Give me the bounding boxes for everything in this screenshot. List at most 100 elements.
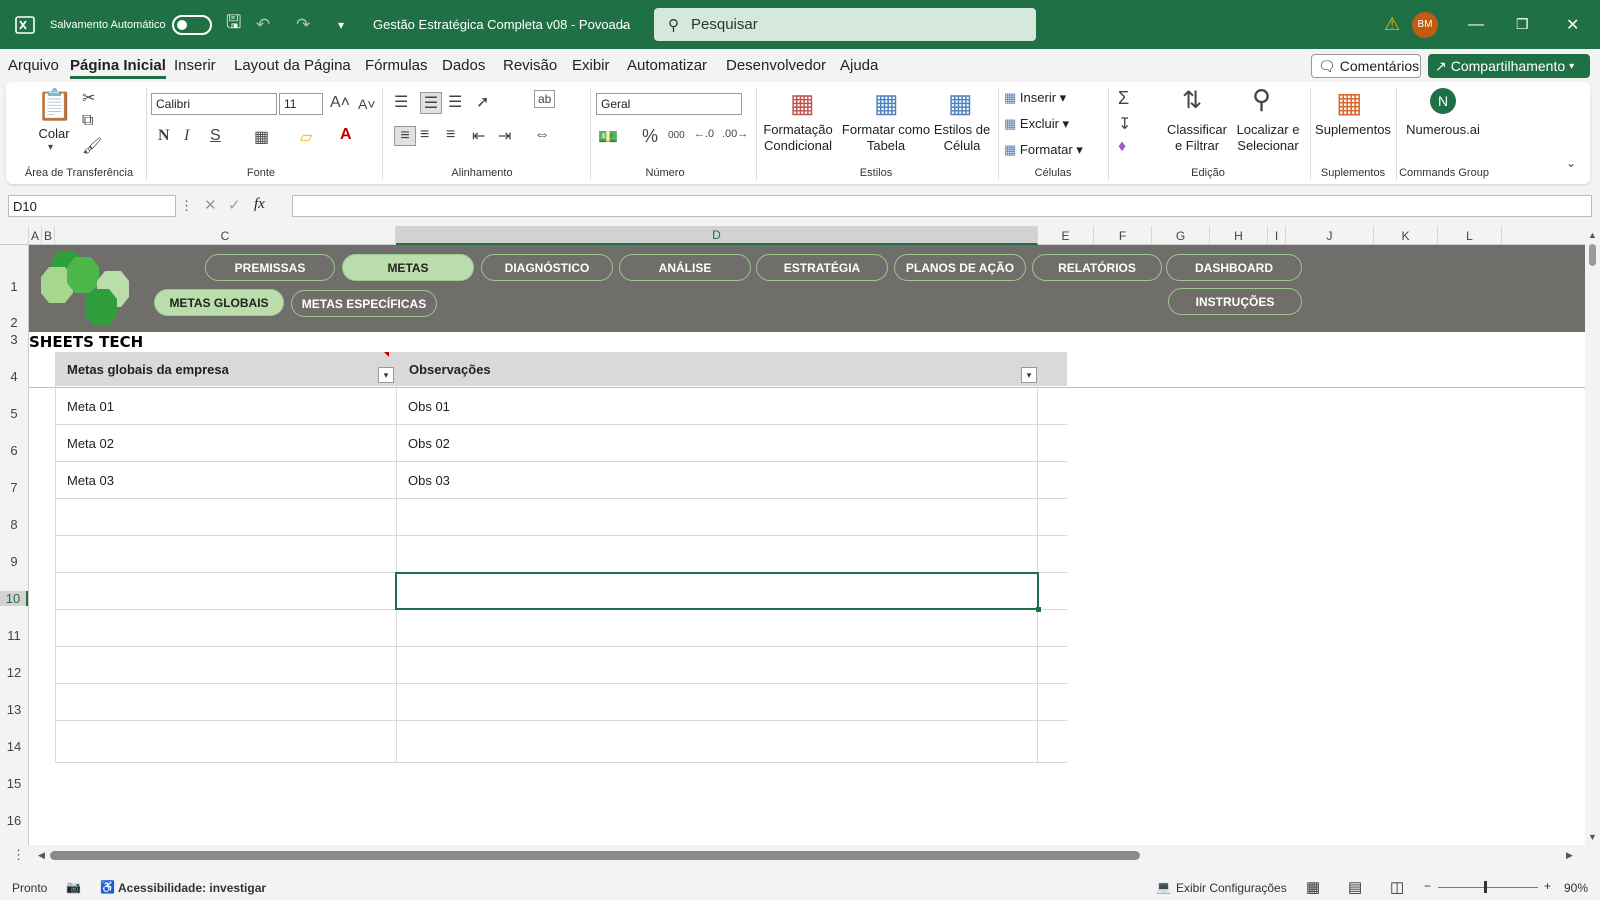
zoom-slider-thumb[interactable]	[1484, 881, 1487, 893]
increase-decimal-icon[interactable]: ←.0	[694, 128, 714, 140]
merge-center-icon[interactable]: ⇔	[534, 126, 550, 144]
row-header[interactable]: 7	[0, 480, 28, 495]
menu-automatizar[interactable]: Automatizar	[627, 57, 707, 74]
column-header[interactable]: H	[1210, 226, 1268, 245]
search-box[interactable]: ⚲ Pesquisar	[654, 8, 1036, 41]
sort-filter-icon[interactable]: ⇅	[1182, 86, 1202, 115]
subtab-metas-especificas[interactable]: METAS ESPECÍFICAS	[291, 290, 437, 317]
bold-button[interactable]: N	[158, 127, 170, 145]
format-cells-button[interactable]: ▦ Formatar ▾	[1004, 142, 1094, 158]
cell-styles-button[interactable]: Estilos de Célula	[932, 122, 992, 154]
cut-icon[interactable]: ✂	[82, 88, 95, 108]
number-format-select[interactable]: Geral	[596, 93, 742, 115]
worksheet-grid[interactable]: PREMISSAS METAS DIAGNÓSTICO ANÁLISE ESTR…	[29, 245, 1585, 845]
row-header[interactable]: 13	[0, 702, 28, 717]
enter-icon[interactable]: ✓	[228, 196, 241, 214]
grow-font-icon[interactable]: A˄	[330, 94, 350, 112]
scroll-up-icon[interactable]: ▲	[1588, 230, 1597, 240]
select-all-corner[interactable]	[0, 226, 29, 245]
align-middle-icon[interactable]: ☰	[420, 92, 442, 114]
zoom-out-icon[interactable]: −	[1424, 879, 1431, 893]
tab-estrategia[interactable]: ESTRATÉGIA	[756, 254, 888, 281]
column-header[interactable]: J	[1286, 226, 1374, 245]
conditional-format-button[interactable]: Formatação Condicional	[758, 122, 838, 154]
cell-styles-icon[interactable]: ▦	[948, 88, 973, 119]
avatar[interactable]: BM	[1412, 11, 1438, 38]
page-break-icon[interactable]: ◫	[1390, 878, 1404, 896]
paste-icon[interactable]: 📋	[36, 88, 73, 123]
fill-icon[interactable]: ↧	[1118, 114, 1131, 134]
autosum-icon[interactable]: Σ	[1118, 88, 1129, 109]
column-header[interactable]: G	[1152, 226, 1210, 245]
document-title[interactable]: Gestão Estratégica Completa v08 - Povoad…	[373, 0, 630, 49]
sort-filter-button[interactable]: Classificar e Filtrar	[1162, 122, 1232, 154]
horizontal-scrollbar[interactable]: ⋮ ◀ ▶	[0, 845, 1600, 865]
tab-planos-de-acao[interactable]: PLANOS DE AÇÃO	[894, 254, 1026, 281]
currency-icon[interactable]: 💵	[598, 127, 618, 147]
menu-ajuda[interactable]: Ajuda	[840, 57, 878, 74]
numerous-button[interactable]: Numerous.ai	[1398, 122, 1488, 138]
close-icon[interactable]: ✕	[1566, 0, 1579, 49]
format-painter-icon[interactable]: 🖌	[82, 136, 102, 156]
normal-view-icon[interactable]: ▦	[1306, 878, 1320, 896]
italic-button[interactable]: I	[184, 127, 189, 145]
minimize-icon[interactable]: —	[1468, 0, 1484, 49]
orientation-icon[interactable]: ➚	[476, 92, 489, 112]
align-left-icon[interactable]: ≡	[394, 126, 416, 146]
addins-button[interactable]: Suplementos	[1312, 122, 1394, 138]
redo-icon[interactable]: ↷	[296, 0, 310, 49]
fill-handle[interactable]	[1036, 607, 1041, 612]
align-top-icon[interactable]: ☰	[394, 92, 408, 112]
row-header[interactable]: 12	[0, 665, 28, 680]
insert-cells-button[interactable]: ▦ Inserir ▾	[1004, 90, 1094, 106]
menu-inserir[interactable]: Inserir	[174, 57, 216, 74]
row-header[interactable]: 11	[0, 628, 28, 643]
zoom-level[interactable]: 90%	[1564, 881, 1588, 895]
save-icon[interactable]: 🖫	[226, 0, 241, 49]
cancel-icon[interactable]: ✕	[204, 196, 217, 214]
column-header[interactable]: E	[1038, 226, 1094, 245]
align-right-icon[interactable]: ≡	[446, 126, 455, 144]
align-center-icon[interactable]: ≡	[420, 126, 429, 144]
clear-icon[interactable]: ♦	[1118, 138, 1126, 156]
undo-icon[interactable]: ↶	[256, 0, 270, 49]
font-size-select[interactable]: 11	[279, 93, 323, 115]
percent-icon[interactable]: %	[642, 126, 658, 147]
font-name-select[interactable]: Calibri	[151, 93, 277, 115]
find-select-icon[interactable]: ⚲	[1252, 84, 1271, 115]
tab-premissas[interactable]: PREMISSAS	[205, 254, 335, 281]
row-header[interactable]: 6	[0, 443, 28, 458]
menu-revisao[interactable]: Revisão	[503, 57, 557, 74]
table-cell[interactable]: Obs 01	[396, 388, 1037, 424]
menu-arquivo[interactable]: Arquivo	[8, 57, 59, 74]
table-cell[interactable]: Obs 02	[396, 425, 1037, 461]
column-header[interactable]: C	[55, 226, 396, 245]
column-header[interactable]: D	[396, 226, 1038, 245]
display-settings-icon[interactable]: 💻	[1156, 880, 1171, 894]
sheet-options-icon[interactable]: ⋮	[12, 847, 25, 863]
horizontal-scroll-thumb[interactable]	[50, 851, 1140, 860]
filter-dropdown-icon[interactable]: ▾	[1021, 367, 1037, 383]
column-header[interactable]: K	[1374, 226, 1438, 245]
increase-indent-icon[interactable]: ⇥	[498, 126, 511, 146]
paste-button[interactable]: Colar	[36, 126, 72, 142]
chevron-down-icon[interactable]: ▾	[48, 142, 53, 153]
filter-dropdown-icon[interactable]: ▾	[378, 367, 394, 383]
tab-metas[interactable]: METAS	[342, 254, 474, 281]
column-header[interactable]: B	[42, 226, 55, 245]
format-table-button[interactable]: Formatar como Tabela	[840, 122, 932, 154]
row-header[interactable]: 1	[0, 279, 28, 294]
addins-icon[interactable]: ▦	[1336, 86, 1362, 119]
warning-icon[interactable]: ⚠	[1384, 0, 1400, 49]
collapse-ribbon-icon[interactable]: ⌄	[1566, 156, 1576, 170]
row-header[interactable]: 15	[0, 776, 28, 791]
table-cell[interactable]: Meta 03	[55, 462, 396, 498]
decrease-decimal-icon[interactable]: .00→	[722, 128, 748, 140]
row-header[interactable]: 16	[0, 813, 28, 828]
column-header[interactable]: F	[1094, 226, 1152, 245]
menu-formulas[interactable]: Fórmulas	[365, 57, 428, 74]
macro-record-icon[interactable]: 📷	[66, 880, 81, 894]
accessibility-status[interactable]: Acessibilidade: investigar	[118, 881, 266, 895]
tab-relatorios[interactable]: RELATÓRIOS	[1032, 254, 1162, 281]
row-header[interactable]: 4	[0, 369, 28, 384]
